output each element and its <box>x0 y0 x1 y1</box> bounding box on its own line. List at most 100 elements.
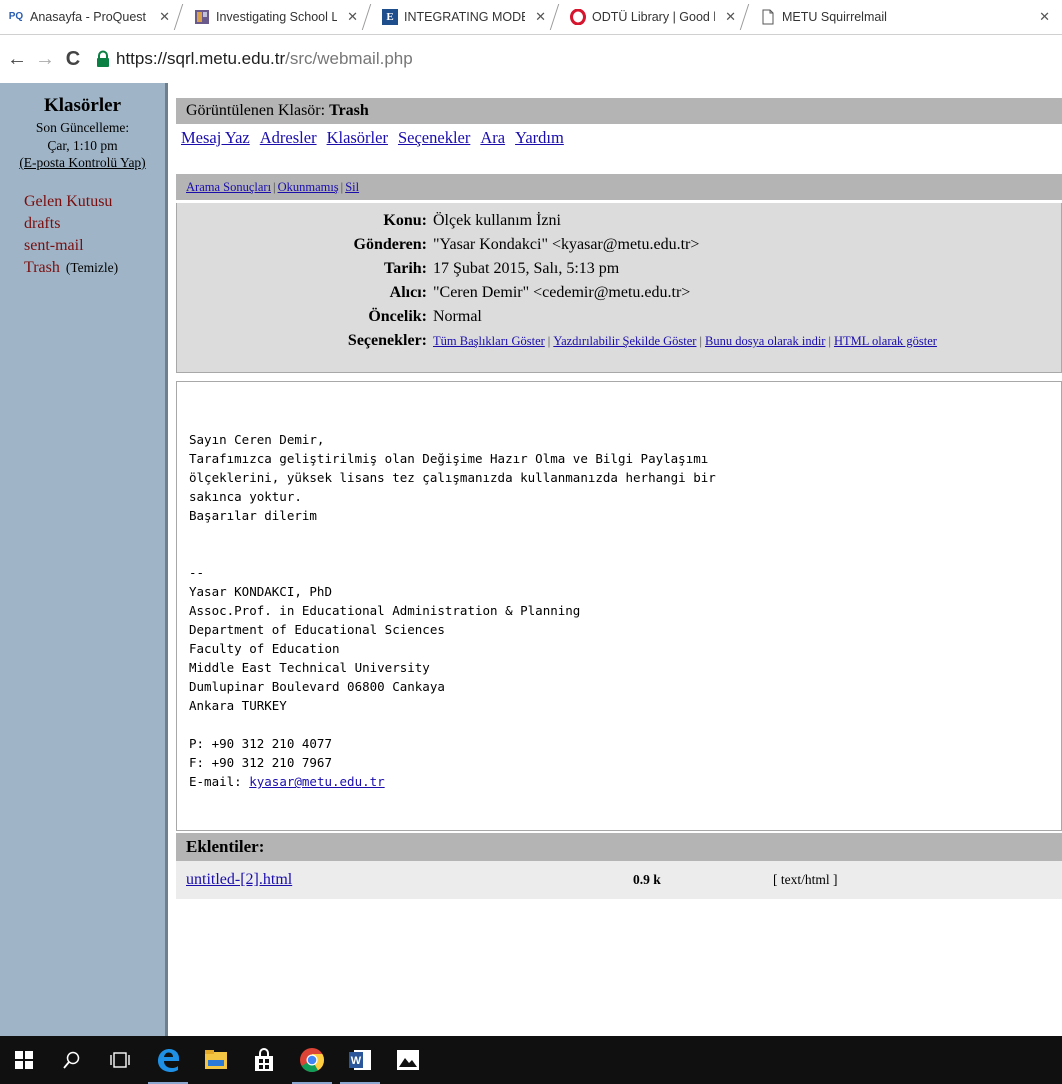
body-line: Tarafımızca geliştirilmiş olan Değişime … <box>189 451 709 466</box>
check-mail-link[interactable]: (E-posta Kontrolü Yap) <box>0 155 165 171</box>
separator: | <box>340 180 344 194</box>
tab-investigating-school[interactable]: Investigating School Lead ✕ <box>186 0 366 34</box>
body-line: P: +90 312 210 4077 <box>189 736 332 751</box>
back-arrow-icon[interactable]: ← <box>6 48 28 71</box>
url-host: https://sqrl.metu.edu.tr <box>116 49 286 68</box>
header-options-row: Seçenekler: Tüm Başlıkları Göster | Yazdır… <box>177 329 1061 353</box>
to-value: "Ceren Demir" <cedemir@metu.edu.tr> <box>433 284 691 301</box>
show-all-headers-link[interactable]: Tüm Başlıkları Göster <box>433 334 545 348</box>
header-priority-row: Öncelik: Normal <box>177 305 1061 329</box>
menu-search[interactable]: Ara <box>480 128 505 147</box>
from-label: Gönderen: <box>353 236 427 253</box>
to-label: Alıcı: <box>389 284 427 301</box>
file-explorer-icon[interactable] <box>192 1036 240 1084</box>
folder-label: sent-mail <box>24 237 84 254</box>
windows-taskbar: W <box>0 1036 1062 1084</box>
body-line: ölçeklerini, yüksek lisans tez çalışmanı… <box>189 470 716 485</box>
folder-sent-mail[interactable]: sent-mail <box>24 235 165 257</box>
header-from-row: Gönderen: "Yasar Kondakci" <kyasar@metu.… <box>177 233 1061 257</box>
menu-folders[interactable]: Klasörler <box>327 128 388 147</box>
options-label: Seçenekler: <box>347 332 427 349</box>
message-pane: Görüntülenen Klasör: Trash Mesaj Yaz Adre… <box>171 83 1062 1036</box>
header-options: Tüm Başlıkları Göster | Yazdırılabilir Şek… <box>433 329 1061 353</box>
opera-icon <box>570 8 586 26</box>
body-line: Middle East Technical University <box>189 660 430 675</box>
body-line: Sayın Ceren Demir, <box>189 432 325 447</box>
forward-arrow-icon[interactable]: → <box>34 48 56 71</box>
word-icon[interactable]: W <box>336 1036 384 1084</box>
message-headers: Konu: Ölçek kullanım İzni Gönderen: "Yas… <box>176 203 1062 373</box>
current-folder-label: Görüntülenen Klasör: <box>186 102 326 119</box>
body-email-line: E-mail: kyasar@metu.edu.tr <box>189 772 1061 791</box>
separator: | <box>828 334 831 348</box>
folder-trash[interactable]: Trash (Temizle) <box>24 257 165 279</box>
proquest-icon: PQ <box>8 11 24 22</box>
body-line: Yasar KONDAKCI, PhD <box>189 584 332 599</box>
download-as-file-link[interactable]: Bunu dosya olarak indir <box>705 334 825 348</box>
email-label: E-mail: <box>189 774 250 789</box>
body-line: F: +90 312 210 7967 <box>189 755 332 770</box>
menu-options[interactable]: Seçenekler <box>398 128 470 147</box>
priority-value: Normal <box>433 308 482 325</box>
folder-list: Gelen Kutusu drafts sent-mail Trash (Temi… <box>0 191 165 279</box>
page-icon <box>760 9 776 25</box>
menu-addresses[interactable]: Adresler <box>260 128 317 147</box>
purge-trash-link[interactable]: (Temizle) <box>66 260 118 275</box>
address-bar[interactable]: https://sqrl.metu.edu.tr/src/webmail.php <box>94 49 413 69</box>
folder-inbox[interactable]: Gelen Kutusu <box>24 191 165 213</box>
body-line: Başarılar dilerim <box>189 508 317 523</box>
folder-drafts[interactable]: drafts <box>24 213 165 235</box>
body-line <box>189 544 1061 563</box>
url-path: /src/webmail.php <box>285 49 413 68</box>
search-icon[interactable] <box>48 1036 96 1084</box>
lock-icon <box>97 50 109 67</box>
delete-link[interactable]: Sil <box>345 180 359 194</box>
message-action-bar: Arama Sonuçları | Okunmamış | Sil <box>176 174 1062 200</box>
from-value: "Yasar Kondakci" <kyasar@metu.edu.tr> <box>433 236 700 253</box>
separator: | <box>273 180 276 194</box>
close-icon[interactable]: ✕ <box>1039 9 1050 25</box>
edge-icon[interactable] <box>144 1036 192 1084</box>
close-icon[interactable]: ✕ <box>159 9 170 25</box>
photos-icon[interactable] <box>384 1036 432 1084</box>
view-as-html-link[interactable]: HTML olarak göster <box>834 334 937 348</box>
tab-metu-squirrelmail[interactable]: METU Squirrelmail ✕ <box>752 0 1062 34</box>
close-icon[interactable]: ✕ <box>725 9 736 25</box>
email-link[interactable]: kyasar@metu.edu.tr <box>249 774 384 789</box>
main-menu: Mesaj Yaz Adresler Klasörler Seçenekler Ara Y… <box>171 128 1062 148</box>
body-line <box>189 715 1061 734</box>
task-view-icon[interactable] <box>96 1036 144 1084</box>
subject-label: Konu: <box>383 212 427 229</box>
search-results-link[interactable]: Arama Sonuçları <box>186 180 271 194</box>
menu-help[interactable]: Yardım <box>515 128 564 147</box>
mark-unread-link[interactable]: Okunmamış <box>278 180 339 194</box>
tab-title: Investigating School Lead <box>216 10 338 24</box>
separator: | <box>699 334 702 348</box>
tab-odtu-library[interactable]: ODTÜ Library | Good libra ✕ <box>562 0 744 34</box>
tab-title: Anasayfa - ProQuest Disse <box>30 10 149 24</box>
date-value: 17 Şubat 2015, Salı, 5:13 pm <box>433 260 620 277</box>
close-icon[interactable]: ✕ <box>347 9 358 25</box>
printable-view-link[interactable]: Yazdırılabilir Şekilde Göster <box>553 334 696 348</box>
body-line: Assoc.Prof. in Educational Administratio… <box>189 603 581 618</box>
eric-icon: E <box>382 9 398 25</box>
store-icon[interactable] <box>240 1036 288 1084</box>
body-line: Ankara TURKEY <box>189 698 287 713</box>
body-line: sakınca yoktur. <box>189 489 302 504</box>
windows-start-icon[interactable] <box>0 1036 48 1084</box>
folder-label: Trash <box>24 259 60 276</box>
tab-proquest[interactable]: PQ Anasayfa - ProQuest Disse ✕ <box>0 0 178 34</box>
close-icon[interactable]: ✕ <box>535 9 546 25</box>
attachment-link[interactable]: untitled-[2].html <box>176 861 633 899</box>
subject-value: Ölçek kullanım İzni <box>433 212 561 229</box>
chrome-icon[interactable] <box>288 1036 336 1084</box>
journal-icon <box>194 9 210 25</box>
attachments-header: Eklentiler: <box>176 833 1062 861</box>
svg-text:W: W <box>351 1055 362 1067</box>
folder-label: Gelen Kutusu <box>24 193 113 210</box>
menu-compose[interactable]: Mesaj Yaz <box>181 128 250 147</box>
reload-icon[interactable]: C <box>62 48 84 71</box>
tab-title: ODTÜ Library | Good libra <box>592 10 715 24</box>
tab-integrating-moderati[interactable]: E INTEGRATING MODERATI ✕ <box>374 0 554 34</box>
folder-sidebar: Klasörler Son Güncelleme: Çar, 1:10 pm (… <box>0 83 168 1036</box>
